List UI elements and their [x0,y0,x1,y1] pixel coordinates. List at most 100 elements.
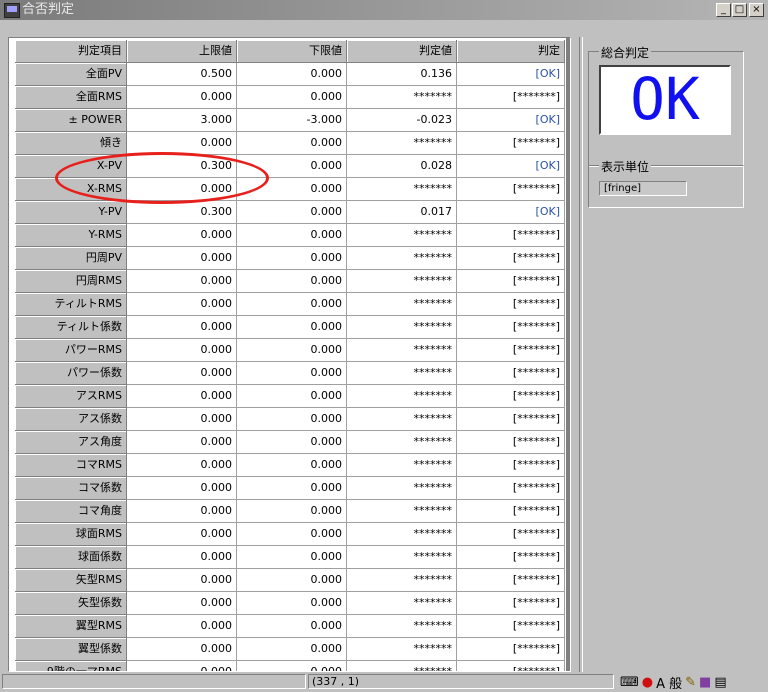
maximize-button[interactable]: □ [732,3,747,17]
table-row[interactable]: 矢型RMS 0.000 0.000 ******* [*******] [15,569,565,592]
row-value[interactable]: 0.136 [347,63,457,86]
row-item[interactable]: Y-PV [15,201,127,224]
row-lower[interactable]: 0.000 [237,86,347,109]
ime-mode-text[interactable]: A 般 [656,673,682,692]
row-upper[interactable]: 0.000 [127,431,237,454]
table-row[interactable]: Y-PV 0.300 0.000 0.017 [OK] [15,201,565,224]
table-row[interactable]: 円周RMS 0.000 0.000 ******* [*******] [15,270,565,293]
table-row[interactable]: ティルトRMS 0.000 0.000 ******* [*******] [15,293,565,316]
row-value[interactable]: ******* [347,224,457,247]
table-row[interactable]: 球面RMS 0.000 0.000 ******* [*******] [15,523,565,546]
table-row[interactable]: アス角度 0.000 0.000 ******* [*******] [15,431,565,454]
row-result[interactable]: [*******] [457,523,565,546]
row-value[interactable]: ******* [347,316,457,339]
ime-pad-icon[interactable]: ■ [699,675,711,690]
close-button[interactable]: × [749,3,764,17]
table-row[interactable]: アス係数 0.000 0.000 ******* [*******] [15,408,565,431]
table-row[interactable]: コマ角度 0.000 0.000 ******* [*******] [15,500,565,523]
row-result[interactable]: [*******] [457,615,565,638]
row-upper[interactable]: 0.000 [127,316,237,339]
row-item[interactable]: Y-RMS [15,224,127,247]
splitter[interactable] [579,37,583,672]
table-row[interactable]: 翼型RMS 0.000 0.000 ******* [*******] [15,615,565,638]
row-item[interactable]: アス角度 [15,431,127,454]
row-lower[interactable]: 0.000 [237,316,347,339]
row-lower[interactable]: 0.000 [237,293,347,316]
row-upper[interactable]: 0.000 [127,523,237,546]
row-upper[interactable]: 0.000 [127,615,237,638]
row-value[interactable]: ******* [347,661,457,671]
row-lower[interactable]: 0.000 [237,247,347,270]
row-upper[interactable]: 0.000 [127,362,237,385]
row-item[interactable]: 全面RMS [15,86,127,109]
row-result[interactable]: [*******] [457,132,565,155]
row-lower[interactable]: 0.000 [237,615,347,638]
row-result[interactable]: [*******] [457,86,565,109]
table-row[interactable]: アスRMS 0.000 0.000 ******* [*******] [15,385,565,408]
table-row[interactable]: 全面RMS 0.000 0.000 ******* [*******] [15,86,565,109]
row-upper[interactable]: 0.000 [127,224,237,247]
row-item[interactable]: 矢型RMS [15,569,127,592]
row-upper[interactable]: 3.000 [127,109,237,132]
row-result[interactable]: [*******] [457,316,565,339]
row-value[interactable]: ******* [347,362,457,385]
keyboard-icon[interactable]: ⌨ [620,675,639,690]
row-lower[interactable]: 0.000 [237,408,347,431]
row-lower[interactable]: 0.000 [237,500,347,523]
row-lower[interactable]: 0.000 [237,63,347,86]
row-upper[interactable]: 0.300 [127,201,237,224]
row-lower[interactable]: 0.000 [237,523,347,546]
row-value[interactable]: ******* [347,477,457,500]
row-value[interactable]: ******* [347,638,457,661]
ime-ball-icon[interactable]: ● [642,675,653,690]
row-value[interactable]: ******* [347,293,457,316]
row-lower[interactable]: 0.000 [237,454,347,477]
row-result[interactable]: [*******] [457,408,565,431]
row-item[interactable]: 翼型係数 [15,638,127,661]
header-lower[interactable]: 下限値 [237,40,347,63]
row-upper[interactable]: 0.000 [127,385,237,408]
row-upper[interactable]: 0.000 [127,339,237,362]
row-result[interactable]: [*******] [457,546,565,569]
row-value[interactable]: ******* [347,408,457,431]
row-item[interactable]: ティルト係数 [15,316,127,339]
row-upper[interactable]: 0.000 [127,638,237,661]
table-row[interactable]: ティルト係数 0.000 0.000 ******* [*******] [15,316,565,339]
ime-menu-icon[interactable]: ▤ [714,675,726,690]
table-row[interactable]: Y-RMS 0.000 0.000 ******* [*******] [15,224,565,247]
row-item[interactable]: コマ係数 [15,477,127,500]
header-upper[interactable]: 上限値 [127,40,237,63]
row-lower[interactable]: 0.000 [237,661,347,671]
row-upper[interactable]: 0.000 [127,592,237,615]
row-item[interactable]: ± POWER [15,109,127,132]
row-value[interactable]: ******* [347,569,457,592]
row-value[interactable]: 0.017 [347,201,457,224]
row-result[interactable]: [*******] [457,385,565,408]
row-lower[interactable]: 0.000 [237,638,347,661]
table-row[interactable]: 9階の一マRMS 0.000 0.000 ******* [*******] [15,661,565,671]
row-value[interactable]: ******* [347,270,457,293]
table-row[interactable]: 全面PV 0.500 0.000 0.136 [OK] [15,63,565,86]
row-value[interactable]: 0.028 [347,155,457,178]
row-lower[interactable]: 0.000 [237,132,347,155]
row-value[interactable]: ******* [347,500,457,523]
row-upper[interactable]: 0.500 [127,63,237,86]
row-result[interactable]: [*******] [457,362,565,385]
row-result[interactable]: [*******] [457,592,565,615]
row-lower[interactable]: 0.000 [237,270,347,293]
row-lower[interactable]: 0.000 [237,201,347,224]
row-result[interactable]: [*******] [457,224,565,247]
row-value[interactable]: ******* [347,339,457,362]
table-row[interactable]: 矢型係数 0.000 0.000 ******* [*******] [15,592,565,615]
row-upper[interactable]: 0.000 [127,661,237,671]
row-item[interactable]: 傾き [15,132,127,155]
row-lower[interactable]: -3.000 [237,109,347,132]
row-result[interactable]: [*******] [457,270,565,293]
table-row[interactable]: 翼型係数 0.000 0.000 ******* [*******] [15,638,565,661]
row-lower[interactable]: 0.000 [237,431,347,454]
row-item[interactable]: コマ角度 [15,500,127,523]
row-value[interactable]: ******* [347,523,457,546]
row-lower[interactable]: 0.000 [237,592,347,615]
row-value[interactable]: ******* [347,132,457,155]
row-upper[interactable]: 0.000 [127,247,237,270]
